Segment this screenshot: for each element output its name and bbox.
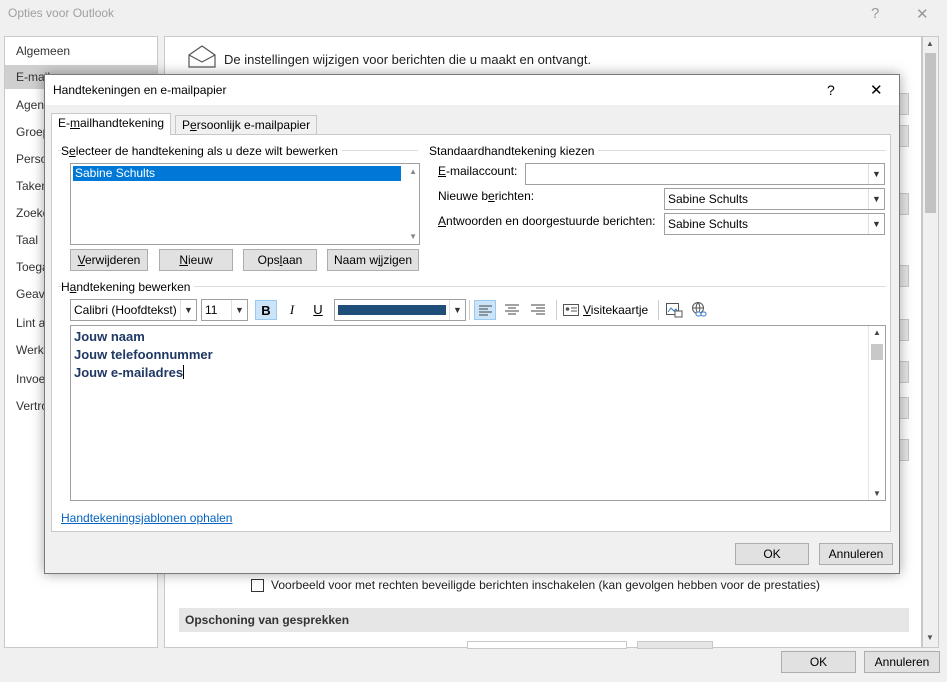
underline-button[interactable]: U	[307, 300, 329, 320]
chevron-down-icon[interactable]: ▼	[180, 300, 196, 320]
tab-personal-stationery[interactable]: Persoonlijk e-mailpapier	[175, 115, 318, 135]
toolbar-separator	[658, 300, 659, 320]
signature-list-item[interactable]: Sabine Schults	[73, 166, 401, 181]
align-center-icon[interactable]	[501, 300, 523, 320]
sidebar-item-2[interactable]: Agen	[16, 97, 44, 113]
sidebar-item-12[interactable]: Invoe	[16, 371, 45, 387]
insert-picture-icon[interactable]	[665, 301, 683, 319]
business-card-icon[interactable]	[563, 304, 579, 316]
scroll-down-icon[interactable]: ▼	[873, 489, 881, 498]
toolbar-separator	[556, 300, 557, 320]
irm-preview-label: Voorbeeld voor met rechten beveiligde be…	[271, 578, 821, 592]
new-messages-value: Sabine Schults	[668, 192, 749, 206]
mail-settings-header: De instellingen wijzigen voor berichten …	[224, 52, 592, 67]
hidden-section-stub	[899, 439, 909, 461]
chevron-down-icon[interactable]: ▼	[231, 300, 247, 320]
sidebar-item-0[interactable]: Algemeen	[16, 43, 70, 59]
signature-line-email: Jouw e-mailadres	[74, 365, 185, 380]
email-account-label: E-mailaccount:	[438, 164, 518, 178]
scroll-up-icon[interactable]: ▲	[926, 39, 934, 48]
delete-signature-button[interactable]: Verwijderen	[70, 249, 148, 271]
help-button[interactable]: ?	[871, 5, 879, 22]
hidden-button-stub	[899, 265, 909, 287]
sidebar-item-7[interactable]: Taal	[16, 232, 38, 248]
save-signature-button[interactable]: Opslaan	[243, 249, 317, 271]
font-size-combo[interactable]: 11 ▼	[201, 299, 248, 321]
dialog-ok-button[interactable]: OK	[735, 543, 809, 565]
scroll-thumb[interactable]	[871, 344, 883, 360]
window-title: Opties voor Outlook	[8, 6, 115, 20]
email-account-combo[interactable]: ▼	[525, 163, 885, 185]
scroll-up-icon[interactable]: ▲	[873, 328, 881, 337]
select-signature-group-label: Selecteer de handtekening als u deze wil…	[61, 144, 342, 158]
options-cancel-button[interactable]: Annuleren	[864, 651, 940, 673]
align-right-icon[interactable]	[527, 300, 549, 320]
signature-line-phone: Jouw telefoonnummer	[74, 347, 213, 362]
signature-editor[interactable]: Jouw naam Jouw telefoonnummer Jouw e-mai…	[70, 325, 886, 501]
dialog-cancel-button[interactable]: Annuleren	[819, 543, 893, 565]
hyperlink-icon[interactable]	[690, 301, 708, 319]
new-messages-combo[interactable]: Sabine Schults ▼	[664, 188, 885, 210]
hidden-button-stub	[899, 319, 909, 341]
get-templates-link[interactable]: Handtekeningsjablonen ophalen	[61, 511, 232, 525]
hidden-section-stub	[899, 361, 909, 383]
sidebar-item-4[interactable]: Perso	[16, 151, 47, 167]
scroll-down-icon[interactable]: ▼	[926, 633, 934, 642]
irm-preview-checkbox[interactable]	[251, 579, 264, 592]
tab-email-signature[interactable]: E-mailhandtekening	[51, 113, 172, 135]
list-scroll-down-icon[interactable]: ▼	[409, 232, 417, 241]
chevron-down-icon[interactable]: ▼	[868, 214, 884, 234]
font-color-combo[interactable]: ▼	[334, 299, 466, 321]
italic-button[interactable]: I	[281, 300, 303, 320]
cleanup-button-stub	[637, 641, 713, 649]
options-ok-button[interactable]: OK	[781, 651, 856, 673]
signature-email-text: Jouw e-mailadres	[74, 365, 184, 380]
list-scroll-up-icon[interactable]: ▲	[409, 167, 417, 176]
options-scrollbar[interactable]: ▲ ▼	[922, 36, 939, 648]
font-family-value: Calibri (Hoofdtekst)	[74, 303, 177, 317]
envelope-icon	[188, 45, 216, 68]
default-signature-group-label: Standaardhandtekening kiezen	[429, 144, 599, 158]
dialog-title: Handtekeningen en e-mailpapier	[53, 83, 227, 97]
new-messages-label: Nieuwe berichten:	[438, 189, 535, 203]
text-caret	[183, 365, 185, 379]
hidden-section-stub	[899, 93, 909, 115]
dialog-close-button[interactable]: ✕	[870, 81, 883, 99]
scroll-thumb[interactable]	[925, 53, 936, 213]
hidden-button-stub	[899, 125, 909, 147]
section-conversation-cleanup: Opschoning van gesprekken	[179, 608, 909, 632]
signatures-dialog: Handtekeningen en e-mailpapier ? ✕ E-mai…	[44, 74, 900, 574]
dialog-titlebar: Handtekeningen en e-mailpapier ? ✕	[45, 75, 899, 105]
hidden-button-stub	[899, 193, 909, 215]
close-button[interactable]: ✕	[916, 5, 929, 23]
cleanup-field-stub	[467, 641, 627, 649]
rename-signature-button[interactable]: Naam wijzigen	[327, 249, 419, 271]
chevron-down-icon[interactable]: ▼	[868, 164, 884, 184]
replies-combo[interactable]: Sabine Schults ▼	[664, 213, 885, 235]
replies-value: Sabine Schults	[668, 217, 749, 231]
editor-scrollbar[interactable]: ▲ ▼	[868, 326, 885, 500]
font-family-combo[interactable]: Calibri (Hoofdtekst) ▼	[70, 299, 197, 321]
font-color-swatch	[338, 305, 446, 315]
business-card-button[interactable]: Visitekaartje	[583, 303, 648, 317]
hidden-button-stub	[899, 397, 909, 419]
bold-button[interactable]: B	[255, 300, 277, 320]
align-left-icon[interactable]	[474, 300, 496, 320]
signature-listbox[interactable]: Sabine Schults ▲ ▼	[70, 163, 420, 245]
chevron-down-icon[interactable]: ▼	[449, 300, 465, 320]
sidebar-item-10[interactable]: Lint a	[16, 315, 45, 331]
font-size-value: 11	[205, 303, 218, 317]
dialog-help-button[interactable]: ?	[827, 82, 835, 98]
signature-line-name: Jouw naam	[74, 329, 145, 344]
signature-tab-panel: Selecteer de handtekening als u deze wil…	[51, 134, 891, 532]
edit-signature-group-label: Handtekening bewerken	[61, 280, 195, 294]
chevron-down-icon[interactable]: ▼	[868, 189, 884, 209]
replies-label: Antwoorden en doorgestuurde berichten:	[438, 214, 656, 228]
toolbar-separator	[469, 300, 470, 320]
new-signature-button[interactable]: Nieuw	[159, 249, 233, 271]
